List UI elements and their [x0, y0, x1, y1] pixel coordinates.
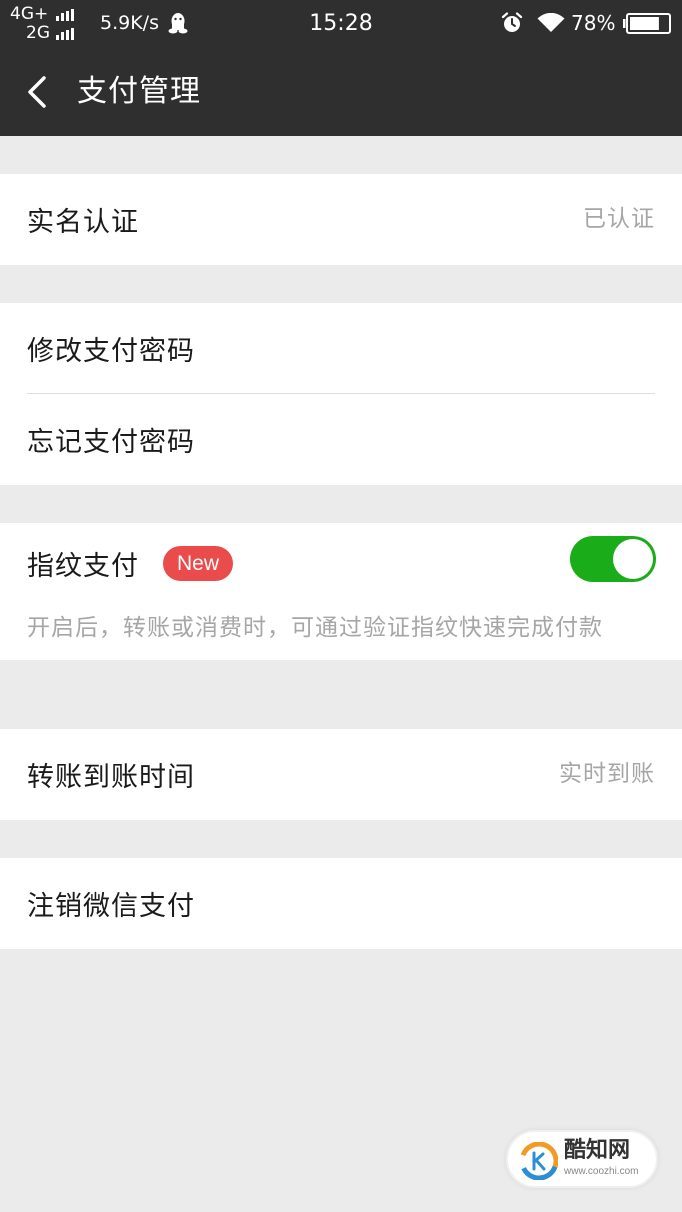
fingerprint-label: 指纹支付	[27, 550, 139, 582]
alarm-clock-icon	[501, 12, 523, 32]
fingerprint-section: 指纹支付 New 开启后，转账或消费时，可通过验证指纹快速完成付款	[0, 523, 682, 660]
wifi-icon	[537, 13, 565, 32]
chevron-left-icon	[28, 76, 46, 108]
network-indicator: 4G+ 2G	[10, 5, 90, 45]
real-name-status: 已认证	[583, 206, 655, 232]
change-password-label: 修改支付密码	[27, 336, 195, 367]
transfer-time-row[interactable]: 转账到账时间 实时到账	[0, 729, 682, 820]
watermark: 酷知网 www.coozhi.com	[506, 1130, 658, 1188]
cancel-wechat-pay-label: 注销微信支付	[27, 891, 195, 922]
fingerprint-description: 开启后，转账或消费时，可通过验证指纹快速完成付款	[27, 615, 603, 641]
watermark-url: www.coozhi.com	[564, 1166, 639, 1177]
signal-icon	[56, 27, 74, 40]
forgot-password-row[interactable]: 忘记支付密码	[0, 394, 682, 485]
signal-icon	[56, 8, 74, 21]
change-password-row[interactable]: 修改支付密码	[0, 303, 682, 394]
qq-penguin-icon	[168, 13, 188, 34]
password-section: 修改支付密码 忘记支付密码	[0, 303, 682, 485]
status-bar: 4G+ 2G 5.9K/s 15:28 78%	[0, 0, 682, 48]
cancel-wechat-pay-row[interactable]: 注销微信支付	[0, 858, 682, 949]
watermark-name: 酷知网	[564, 1138, 631, 1163]
real-name-section: 实名认证 已认证	[0, 174, 682, 265]
transfer-time-section: 转账到账时间 实时到账	[0, 729, 682, 820]
fingerprint-row: 指纹支付 New	[0, 523, 682, 603]
cancel-section: 注销微信支付	[0, 858, 682, 949]
network-speed: 5.9K/s	[100, 12, 159, 34]
back-button[interactable]	[14, 68, 62, 116]
network-type-bottom: 2G	[26, 23, 50, 43]
fingerprint-toggle[interactable]	[570, 536, 656, 582]
page-title: 支付管理	[77, 74, 201, 109]
real-name-label: 实名认证	[27, 207, 139, 238]
battery-percent: 78%	[571, 11, 616, 35]
real-name-row[interactable]: 实名认证 已认证	[0, 174, 682, 265]
network-type-top: 4G+	[10, 4, 49, 24]
coozhi-logo-icon	[520, 1142, 558, 1180]
transfer-time-label: 转账到账时间	[27, 762, 195, 793]
toggle-knob	[613, 539, 653, 579]
forgot-password-label: 忘记支付密码	[27, 427, 195, 458]
new-badge: New	[163, 545, 234, 581]
navigation-bar: 支付管理	[0, 48, 682, 136]
battery-icon	[623, 13, 671, 34]
transfer-time-value: 实时到账	[559, 761, 655, 787]
